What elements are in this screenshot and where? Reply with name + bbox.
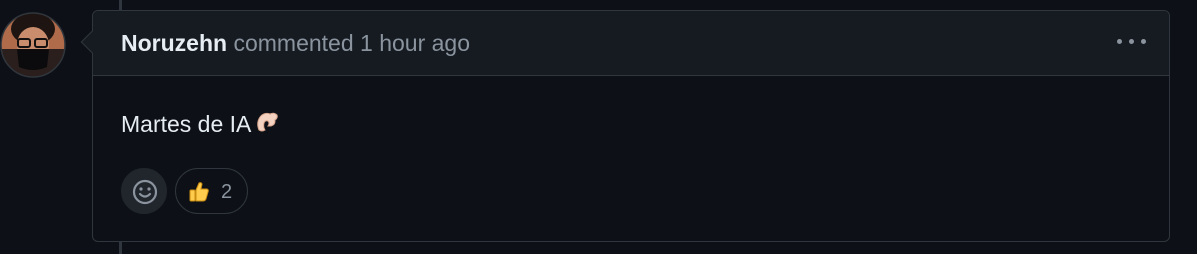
comment-header: Noruzehn commented 1 hour ago <box>80 11 1169 76</box>
comment-caret <box>80 30 104 54</box>
avatar[interactable] <box>0 9 66 81</box>
comment-header-text: Noruzehn commented 1 hour ago <box>121 29 470 57</box>
smiley-icon <box>132 179 158 205</box>
comment-body: Martes de IA <box>121 108 281 142</box>
reaction-count: 2 <box>221 181 233 203</box>
kebab-horizontal-icon[interactable] <box>1115 33 1149 51</box>
comment-timestamp[interactable]: 1 hour ago <box>360 30 470 56</box>
comment-box: Noruzehn commented 1 hour ago Martes de … <box>80 10 1170 242</box>
author-link[interactable]: Noruzehn <box>121 30 227 56</box>
thumbs-up-emoji <box>189 182 209 202</box>
reaction-thumbs-up-button[interactable]: 2 <box>175 168 248 214</box>
add-reaction-button[interactable] <box>121 168 167 214</box>
comment-action: commented <box>233 30 354 56</box>
pinching-hand-emoji <box>253 108 281 142</box>
comment-body-text: Martes de IA <box>121 111 252 137</box>
